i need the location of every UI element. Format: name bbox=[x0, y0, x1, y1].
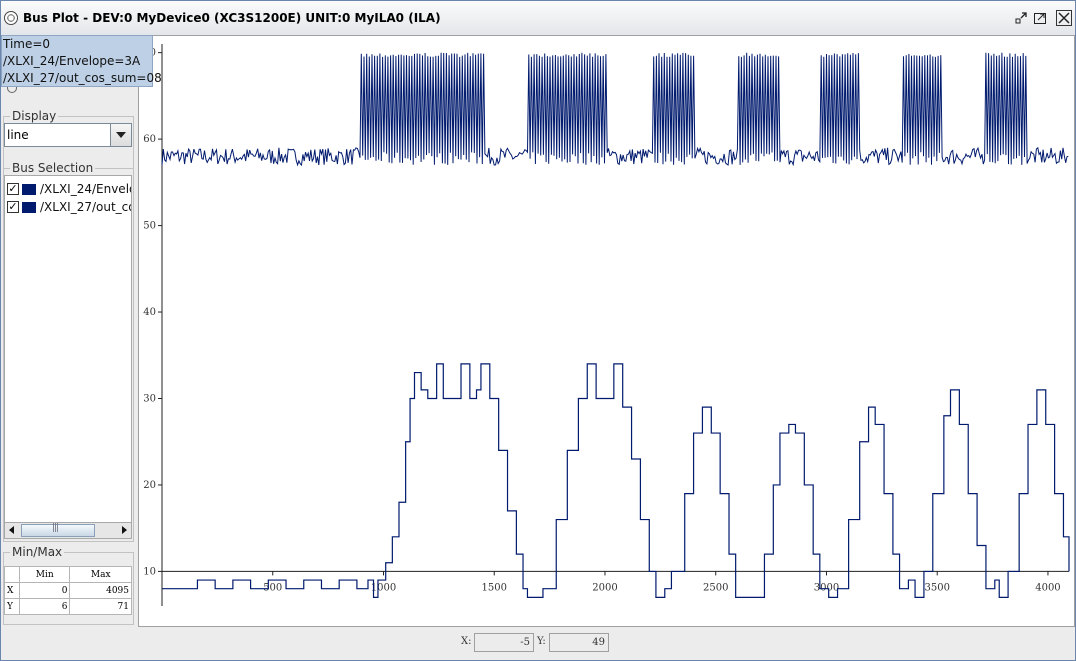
minmax-table: Min Max X 0 4095 Y 6 71 bbox=[4, 566, 132, 615]
y-tick-label: 30 bbox=[143, 393, 156, 404]
scroll-left-icon[interactable] bbox=[5, 523, 19, 538]
y-coord-label: Y: bbox=[537, 636, 546, 647]
close-icon[interactable] bbox=[1056, 10, 1072, 26]
x-tick-label: 2500 bbox=[703, 582, 728, 593]
y-tick-label: 40 bbox=[143, 307, 156, 318]
bus-name: /XLXI_24/Envelope bbox=[40, 182, 131, 196]
table-header-cell: Max bbox=[69, 566, 132, 583]
table-header-cell: Min bbox=[18, 566, 71, 583]
maximize-icon[interactable] bbox=[1032, 10, 1048, 26]
bus-checkbox[interactable]: ✓ bbox=[7, 183, 19, 195]
bus-checkbox[interactable]: ✓ bbox=[7, 201, 19, 213]
table-cell-axis: Y bbox=[4, 598, 20, 615]
y-tick-label: 50 bbox=[143, 221, 156, 232]
scroll-right-icon[interactable] bbox=[117, 523, 131, 538]
table-cell-max: 71 bbox=[69, 598, 132, 615]
table-row: Y 6 71 bbox=[4, 598, 132, 615]
tooltip-line: /XLXI_27/out_cos_sum=08 bbox=[3, 71, 162, 85]
y-tick-label: 60 bbox=[143, 134, 156, 145]
series-line-envelope bbox=[161, 52, 1069, 167]
title-bar[interactable]: Bus Plot - DEV:0 MyDevice0 (XC3S1200E) U… bbox=[1, 1, 1075, 36]
x-tick-label: 4000 bbox=[1035, 582, 1060, 593]
table-cell-min: 0 bbox=[18, 582, 71, 599]
x-tick-label: 3000 bbox=[814, 582, 839, 593]
status-bar: X: -5 Y: 49 bbox=[1, 627, 1075, 660]
table-row: X 0 4095 bbox=[4, 582, 132, 599]
app-icon bbox=[4, 11, 18, 25]
bus-list: ✓ /XLXI_24/Envelope ✓ /XLXI_27/out_cos_s… bbox=[4, 175, 132, 539]
display-select-value: line bbox=[7, 128, 29, 142]
hover-tooltip: Time=0 /XLXI_24/Envelope=3A /XLXI_27/out… bbox=[1, 35, 162, 87]
minmax-label: Min/Max bbox=[10, 545, 65, 559]
bus-plot-window: Bus Plot - DEV:0 MyDevice0 (XC3S1200E) U… bbox=[0, 0, 1076, 661]
x-tick-label: 1500 bbox=[482, 582, 507, 593]
minimize-icon[interactable] bbox=[1013, 10, 1029, 26]
display-select[interactable]: line bbox=[4, 123, 132, 147]
table-header-cell bbox=[4, 566, 20, 583]
table-cell-max: 4095 bbox=[69, 582, 132, 599]
tooltip-line: /XLXI_24/Envelope=3A bbox=[3, 54, 141, 68]
series-line-out-cos-sum bbox=[162, 363, 1070, 598]
x-tick-label: 1000 bbox=[371, 582, 396, 593]
radio-button-partial[interactable] bbox=[7, 87, 17, 93]
tooltip-line: Time=0 bbox=[3, 37, 51, 51]
y-coord-field: 49 bbox=[549, 633, 609, 652]
table-header-row: Min Max bbox=[4, 566, 132, 583]
plot-area[interactable]: 1020304050600500100015002000250030003500… bbox=[138, 35, 1075, 627]
bus-list-scrollbar[interactable] bbox=[4, 522, 132, 539]
window-title: Bus Plot - DEV:0 MyDevice0 (XC3S1200E) U… bbox=[23, 11, 441, 25]
bus-plot-chart[interactable]: 1020304050600500100015002000250030003500… bbox=[139, 36, 1076, 628]
x-tick-label: 500 bbox=[263, 582, 282, 593]
x-tick-label: 2000 bbox=[592, 582, 617, 593]
x-coord-field: -5 bbox=[474, 633, 534, 652]
x-coord-label: X: bbox=[461, 636, 472, 647]
bus-item-envelope[interactable]: ✓ /XLXI_24/Envelope bbox=[7, 182, 131, 198]
table-cell-min: 6 bbox=[18, 598, 71, 615]
bus-selection-label: Bus Selection bbox=[10, 161, 96, 175]
left-panel: Display line Bus Selection ✓ /XLXI_24/En… bbox=[1, 35, 137, 627]
x-tick-label: 3500 bbox=[924, 582, 949, 593]
bus-color-swatch[interactable] bbox=[22, 202, 36, 213]
bus-item-out-cos-sum[interactable]: ✓ /XLXI_27/out_cos_sum bbox=[7, 200, 131, 216]
chevron-down-icon[interactable] bbox=[110, 124, 131, 146]
table-cell-axis: X bbox=[4, 582, 20, 599]
bus-color-swatch[interactable] bbox=[22, 184, 36, 195]
bus-name: /XLXI_27/out_cos_sum bbox=[40, 200, 131, 214]
display-label: Display bbox=[10, 109, 59, 123]
scroll-thumb[interactable] bbox=[21, 523, 95, 537]
y-tick-label: 20 bbox=[143, 480, 156, 491]
y-tick-label: 10 bbox=[143, 566, 156, 577]
